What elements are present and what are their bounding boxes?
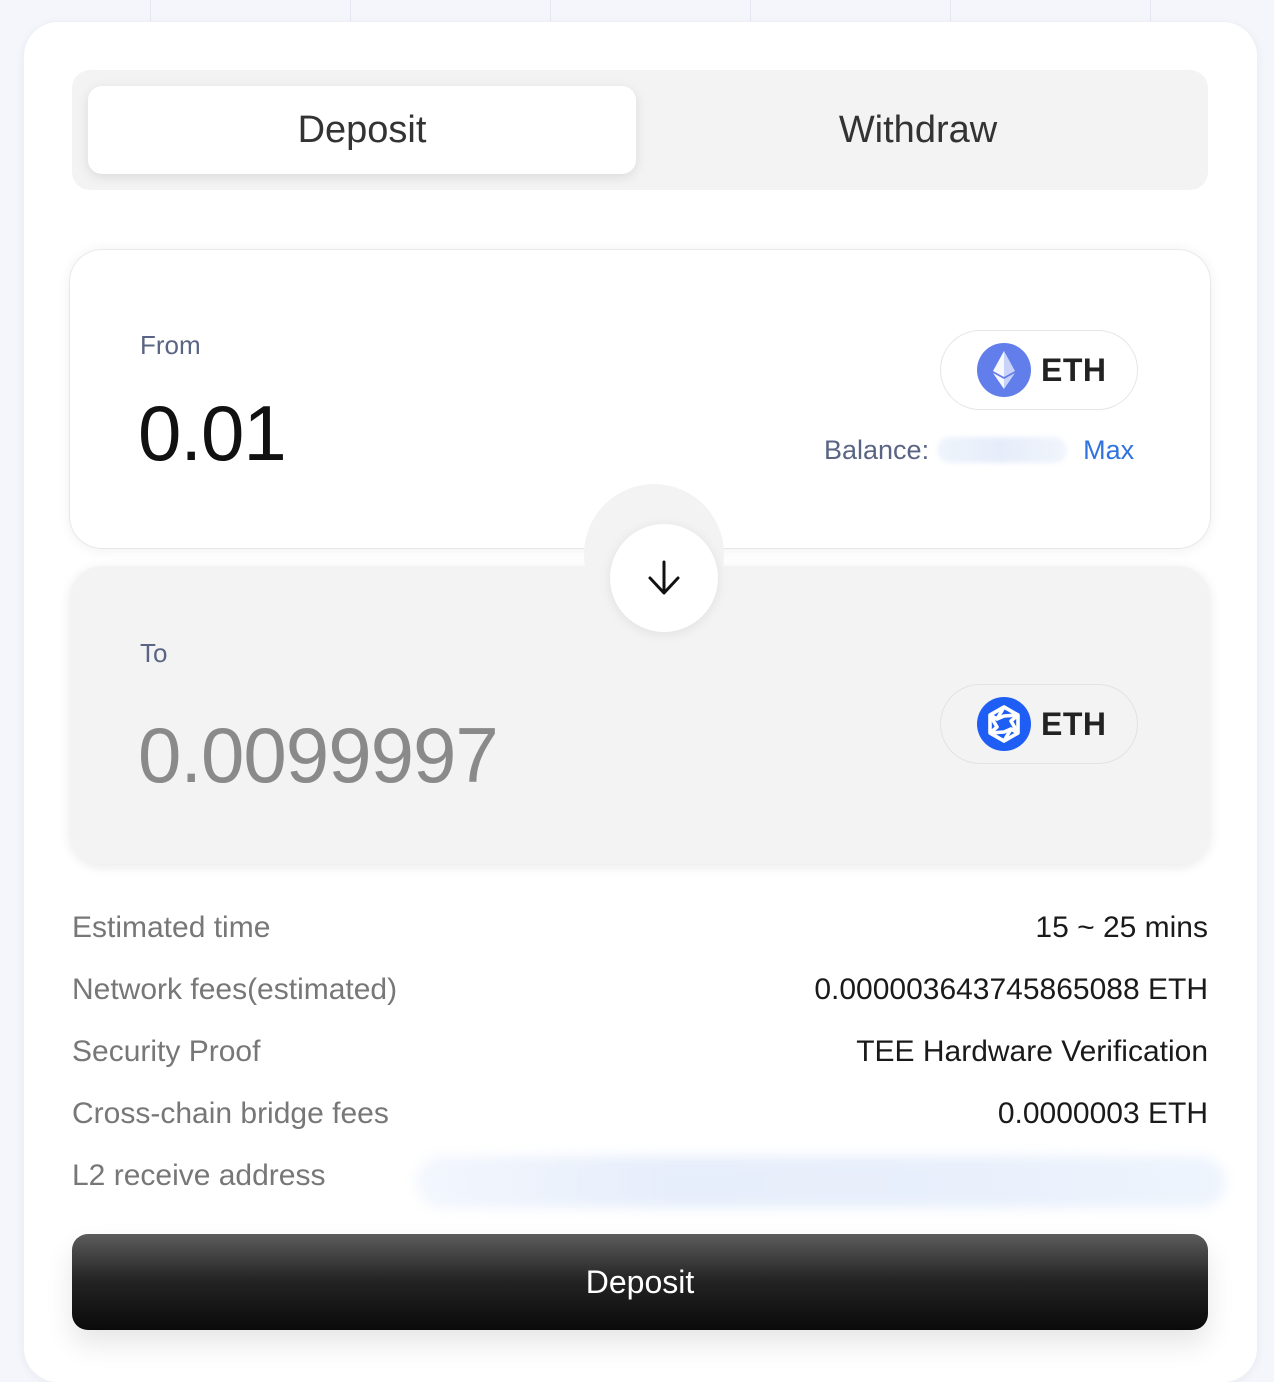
detail-row-estimated-time: Estimated time 15 ~ 25 mins: [72, 908, 1208, 948]
tab-deposit[interactable]: Deposit: [88, 86, 636, 174]
detail-label: L2 receive address: [72, 1159, 326, 1192]
tab-withdraw[interactable]: Withdraw: [644, 86, 1192, 174]
to-amount-output: 0.0099997: [138, 711, 499, 799]
detail-label: Security Proof: [72, 1035, 261, 1068]
deposit-submit-button[interactable]: Deposit: [72, 1234, 1208, 1330]
background-grid: [0, 0, 1274, 22]
l2-network-icon: [977, 697, 1031, 751]
to-token-name: ETH: [1041, 705, 1107, 742]
ethereum-icon: [977, 343, 1031, 397]
max-button[interactable]: Max: [1083, 435, 1134, 466]
detail-label: Cross-chain bridge fees: [72, 1097, 389, 1130]
balance-label: Balance:: [824, 434, 930, 465]
detail-value: 15 ~ 25 mins: [1035, 911, 1208, 944]
balance-value-redacted: [937, 437, 1068, 463]
detail-row-l2-address: L2 receive address: [72, 1156, 1226, 1208]
from-token-selector[interactable]: ETH: [940, 330, 1138, 410]
detail-value: 0.0000003 ETH: [997, 1097, 1208, 1130]
balance-row: Balance: Max: [824, 434, 1140, 466]
detail-row-bridge-fees: Cross-chain bridge fees 0.0000003 ETH: [72, 1094, 1208, 1134]
bridge-card: Deposit Withdraw From 0.01 ETH Balance: …: [24, 22, 1257, 1382]
l2-address-redacted: [416, 1156, 1226, 1208]
from-label: From: [140, 330, 201, 360]
arrow-down-icon: [648, 560, 680, 595]
detail-label: Estimated time: [72, 911, 271, 944]
detail-row-network-fees: Network fees(estimated) 0.00000364374586…: [72, 970, 1208, 1010]
detail-label: Network fees(estimated): [72, 973, 398, 1006]
from-amount-input[interactable]: 0.01: [138, 388, 287, 479]
swap-direction-button[interactable]: [610, 524, 718, 632]
to-label: To: [140, 638, 168, 668]
tab-switcher: Deposit Withdraw: [72, 70, 1208, 190]
detail-value: TEE Hardware Verification: [856, 1035, 1208, 1068]
detail-value: 0.000003643745865088 ETH: [814, 973, 1208, 1006]
detail-row-security-proof: Security Proof TEE Hardware Verification: [72, 1032, 1208, 1072]
from-token-name: ETH: [1041, 351, 1107, 388]
to-token-selector[interactable]: ETH: [940, 684, 1138, 764]
